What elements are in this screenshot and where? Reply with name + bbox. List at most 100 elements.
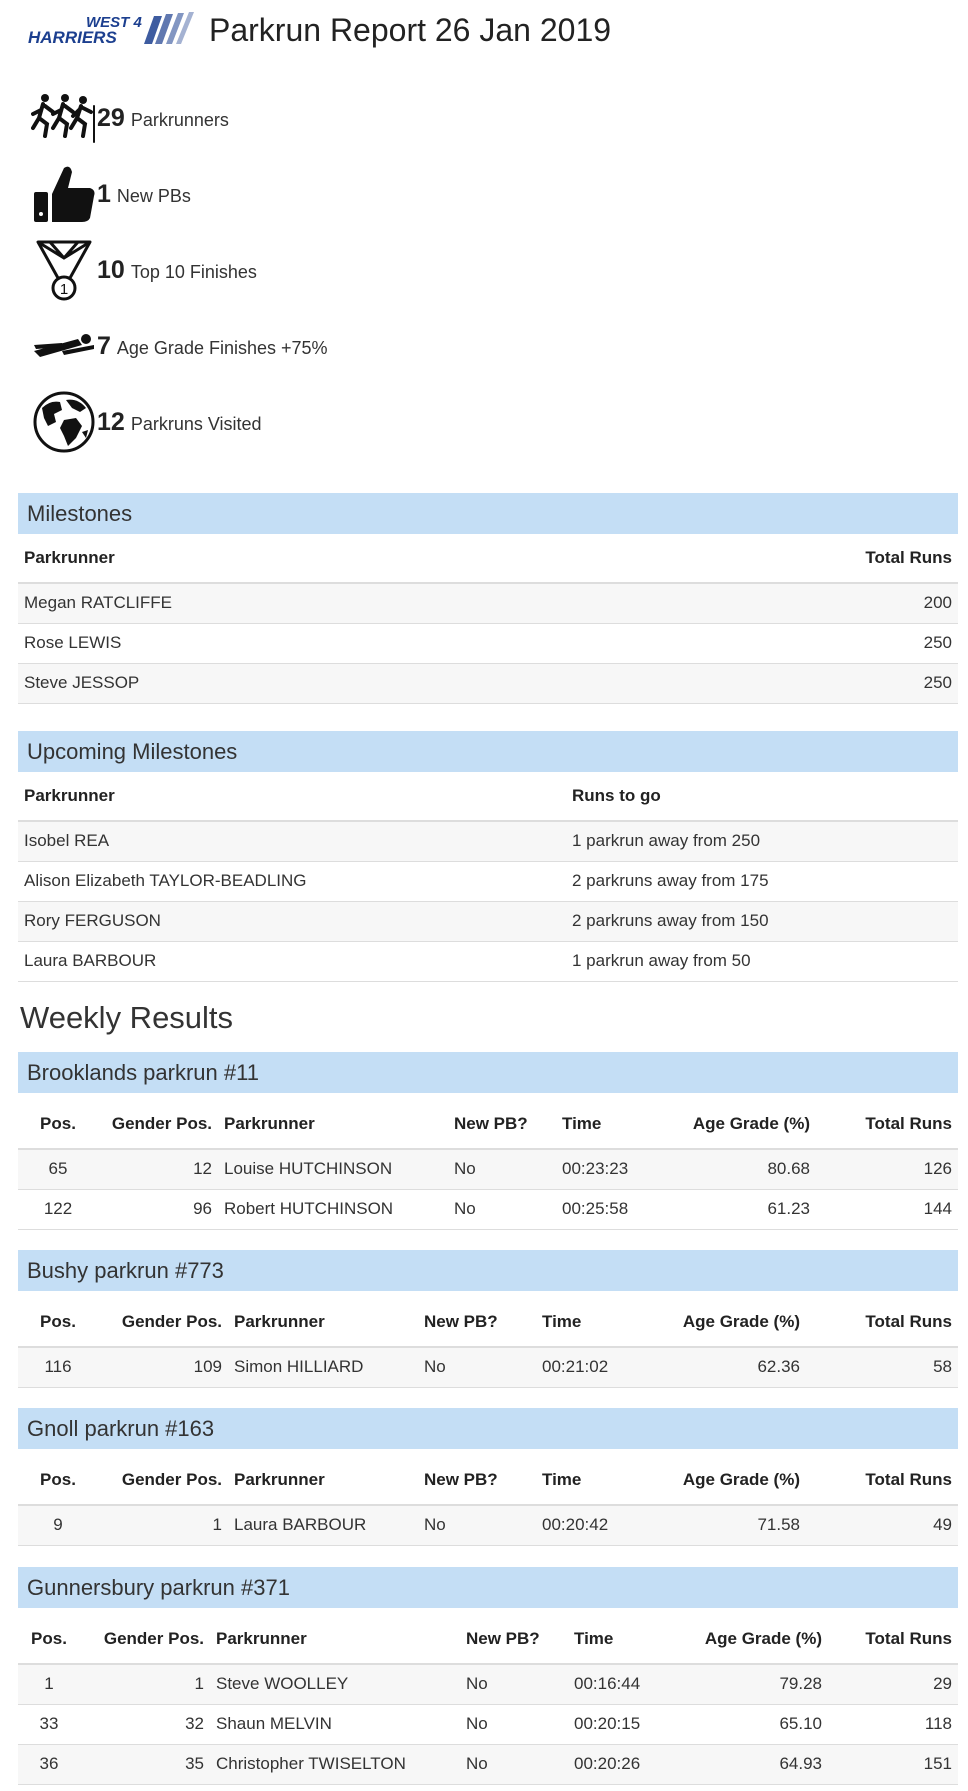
thumbs-up-icon <box>30 161 97 228</box>
parkrunner-name: Simon HILLIARD <box>228 1347 418 1388</box>
col-parkrunner: Parkrunner <box>218 1093 448 1150</box>
stat-age-grade: 7 Age Grade Finishes +75% <box>30 308 328 384</box>
table-row: 122 96 Robert HUTCHINSON No 00:25:58 61.… <box>18 1189 958 1230</box>
age-grade: 61.23 <box>666 1189 816 1230</box>
pos: 122 <box>18 1189 98 1230</box>
col-parkrunner: Parkrunner <box>18 772 566 822</box>
new-pb: No <box>448 1189 556 1230</box>
table-row: Rose LEWIS 250 <box>18 623 958 664</box>
runs-to-go: 1 parkrun away from 50 <box>566 941 958 982</box>
stat-label: New PBs <box>116 185 191 206</box>
gender-pos: 96 <box>98 1189 218 1230</box>
col-parkrunner: Parkrunner <box>18 534 600 584</box>
parkrunner-name: Alison Elizabeth TAYLOR-BEADLING <box>18 861 566 902</box>
parkrunner-name: Shaun MELVIN <box>210 1704 460 1745</box>
runs-to-go: 1 parkrun away from 250 <box>566 821 958 862</box>
results-table: Pos. Gender Pos. Parkrunner New PB? Time… <box>18 1608 958 1785</box>
col-total-runs: Total Runs <box>806 1449 958 1506</box>
results-table: Pos. Gender Pos. Parkrunner New PB? Time… <box>18 1449 958 1546</box>
col-total-runs: Total Runs <box>599 534 958 584</box>
total-runs: 144 <box>816 1189 958 1230</box>
pos: 33 <box>18 1704 80 1745</box>
age-grade: 64.93 <box>678 1744 828 1785</box>
parkrunner-name: Steve WOOLLEY <box>210 1664 460 1705</box>
svg-text:1: 1 <box>59 281 67 298</box>
sprinter-icon <box>30 313 97 380</box>
parkrunner-name: Rose LEWIS <box>18 623 600 664</box>
event-title: Bushy parkrun #773 <box>18 1250 958 1291</box>
west4-harriers-logo: WEST 4 HARRIERS <box>28 12 194 47</box>
event-title: Gunnersbury parkrun #371 <box>18 1567 958 1608</box>
new-pb: No <box>418 1505 536 1546</box>
results-table: Pos. Gender Pos. Parkrunner New PB? Time… <box>18 1291 958 1388</box>
table-row: Steve JESSOP 250 <box>18 663 958 704</box>
stat-label: Parkruns Visited <box>130 413 262 434</box>
upcoming-milestones-section: Upcoming Milestones Parkrunner Runs to g… <box>18 731 958 982</box>
col-parkrunner: Parkrunner <box>228 1449 418 1506</box>
event-gunnersbury: Gunnersbury parkrun #371 Pos. Gender Pos… <box>18 1567 958 1785</box>
table-row: Isobel REA 1 parkrun away from 250 <box>18 821 958 862</box>
col-age-grade: Age Grade (%) <box>678 1608 828 1665</box>
age-grade: 71.58 <box>656 1505 806 1546</box>
stat-value: 7 <box>97 331 111 360</box>
col-time: Time <box>568 1608 678 1665</box>
event-brooklands: Brooklands parkrun #11 Pos. Gender Pos. … <box>18 1052 958 1230</box>
parkrunner-name: Christopher TWISELTON <box>210 1744 460 1785</box>
table-row: Alison Elizabeth TAYLOR-BEADLING 2 parkr… <box>18 861 958 902</box>
runs-to-go: 2 parkruns away from 150 <box>566 901 958 942</box>
gender-pos: 35 <box>80 1744 210 1785</box>
col-gender-pos: Gender Pos. <box>98 1093 218 1150</box>
time: 00:21:02 <box>536 1347 656 1388</box>
total-runs: 200 <box>599 583 958 624</box>
time: 00:20:15 <box>568 1704 678 1745</box>
event-bushy: Bushy parkrun #773 Pos. Gender Pos. Park… <box>18 1250 958 1388</box>
col-total-runs: Total Runs <box>828 1608 958 1665</box>
col-parkrunner: Parkrunner <box>210 1608 460 1665</box>
milestones-title: Milestones <box>18 493 958 534</box>
event-title: Gnoll parkrun #163 <box>18 1408 958 1449</box>
new-pb: No <box>460 1664 568 1705</box>
stat-parkrunners: 29 Parkrunners <box>30 80 328 156</box>
parkrunner-name: Rory FERGUSON <box>18 901 566 942</box>
table-row: 1 1 Steve WOOLLEY No 00:16:44 79.28 29 <box>18 1664 958 1705</box>
col-gender-pos: Gender Pos. <box>98 1449 228 1506</box>
col-time: Time <box>536 1449 656 1506</box>
parkrunner-name: Laura BARBOUR <box>228 1505 418 1546</box>
stat-label: Parkrunners <box>130 109 229 130</box>
runners-icon <box>30 85 97 152</box>
col-runs-to-go: Runs to go <box>566 772 958 822</box>
col-parkrunner: Parkrunner <box>228 1291 418 1348</box>
col-gender-pos: Gender Pos. <box>80 1608 210 1665</box>
col-total-runs: Total Runs <box>806 1291 958 1348</box>
gender-pos: 1 <box>80 1664 210 1705</box>
col-age-grade: Age Grade (%) <box>666 1093 816 1150</box>
pos: 36 <box>18 1744 80 1785</box>
table-row: 116 109 Simon HILLIARD No 00:21:02 62.36… <box>18 1347 958 1388</box>
col-pos: Pos. <box>18 1449 98 1506</box>
pos: 65 <box>18 1149 98 1190</box>
col-new-pb: New PB? <box>448 1093 556 1150</box>
total-runs: 49 <box>806 1505 958 1546</box>
col-pos: Pos. <box>18 1608 80 1665</box>
milestones-table: Parkrunner Total Runs Megan RATCLIFFE 20… <box>18 534 958 704</box>
col-age-grade: Age Grade (%) <box>656 1291 806 1348</box>
page-header: WEST 4 HARRIERS Parkrun Report 26 Jan 20… <box>26 4 611 56</box>
col-new-pb: New PB? <box>418 1449 536 1506</box>
milestones-section: Milestones Parkrunner Total Runs Megan R… <box>18 493 958 704</box>
stat-label: Age Grade Finishes +75% <box>116 337 328 358</box>
gender-pos: 32 <box>80 1704 210 1745</box>
stat-value: 10 <box>97 255 125 284</box>
col-pos: Pos. <box>18 1093 98 1150</box>
total-runs: 58 <box>806 1347 958 1388</box>
table-row: Rory FERGUSON 2 parkruns away from 150 <box>18 901 958 942</box>
new-pb: No <box>448 1149 556 1190</box>
table-row: 33 32 Shaun MELVIN No 00:20:15 65.10 118 <box>18 1704 958 1745</box>
new-pb: No <box>418 1347 536 1388</box>
pos: 1 <box>18 1664 80 1705</box>
table-row: 36 35 Christopher TWISELTON No 00:20:26 … <box>18 1744 958 1785</box>
stat-new-pbs: 1 New PBs <box>30 156 328 232</box>
col-age-grade: Age Grade (%) <box>656 1449 806 1506</box>
col-pos: Pos. <box>18 1291 98 1348</box>
gender-pos: 1 <box>98 1505 228 1546</box>
parkrunner-name: Louise HUTCHINSON <box>218 1149 448 1190</box>
